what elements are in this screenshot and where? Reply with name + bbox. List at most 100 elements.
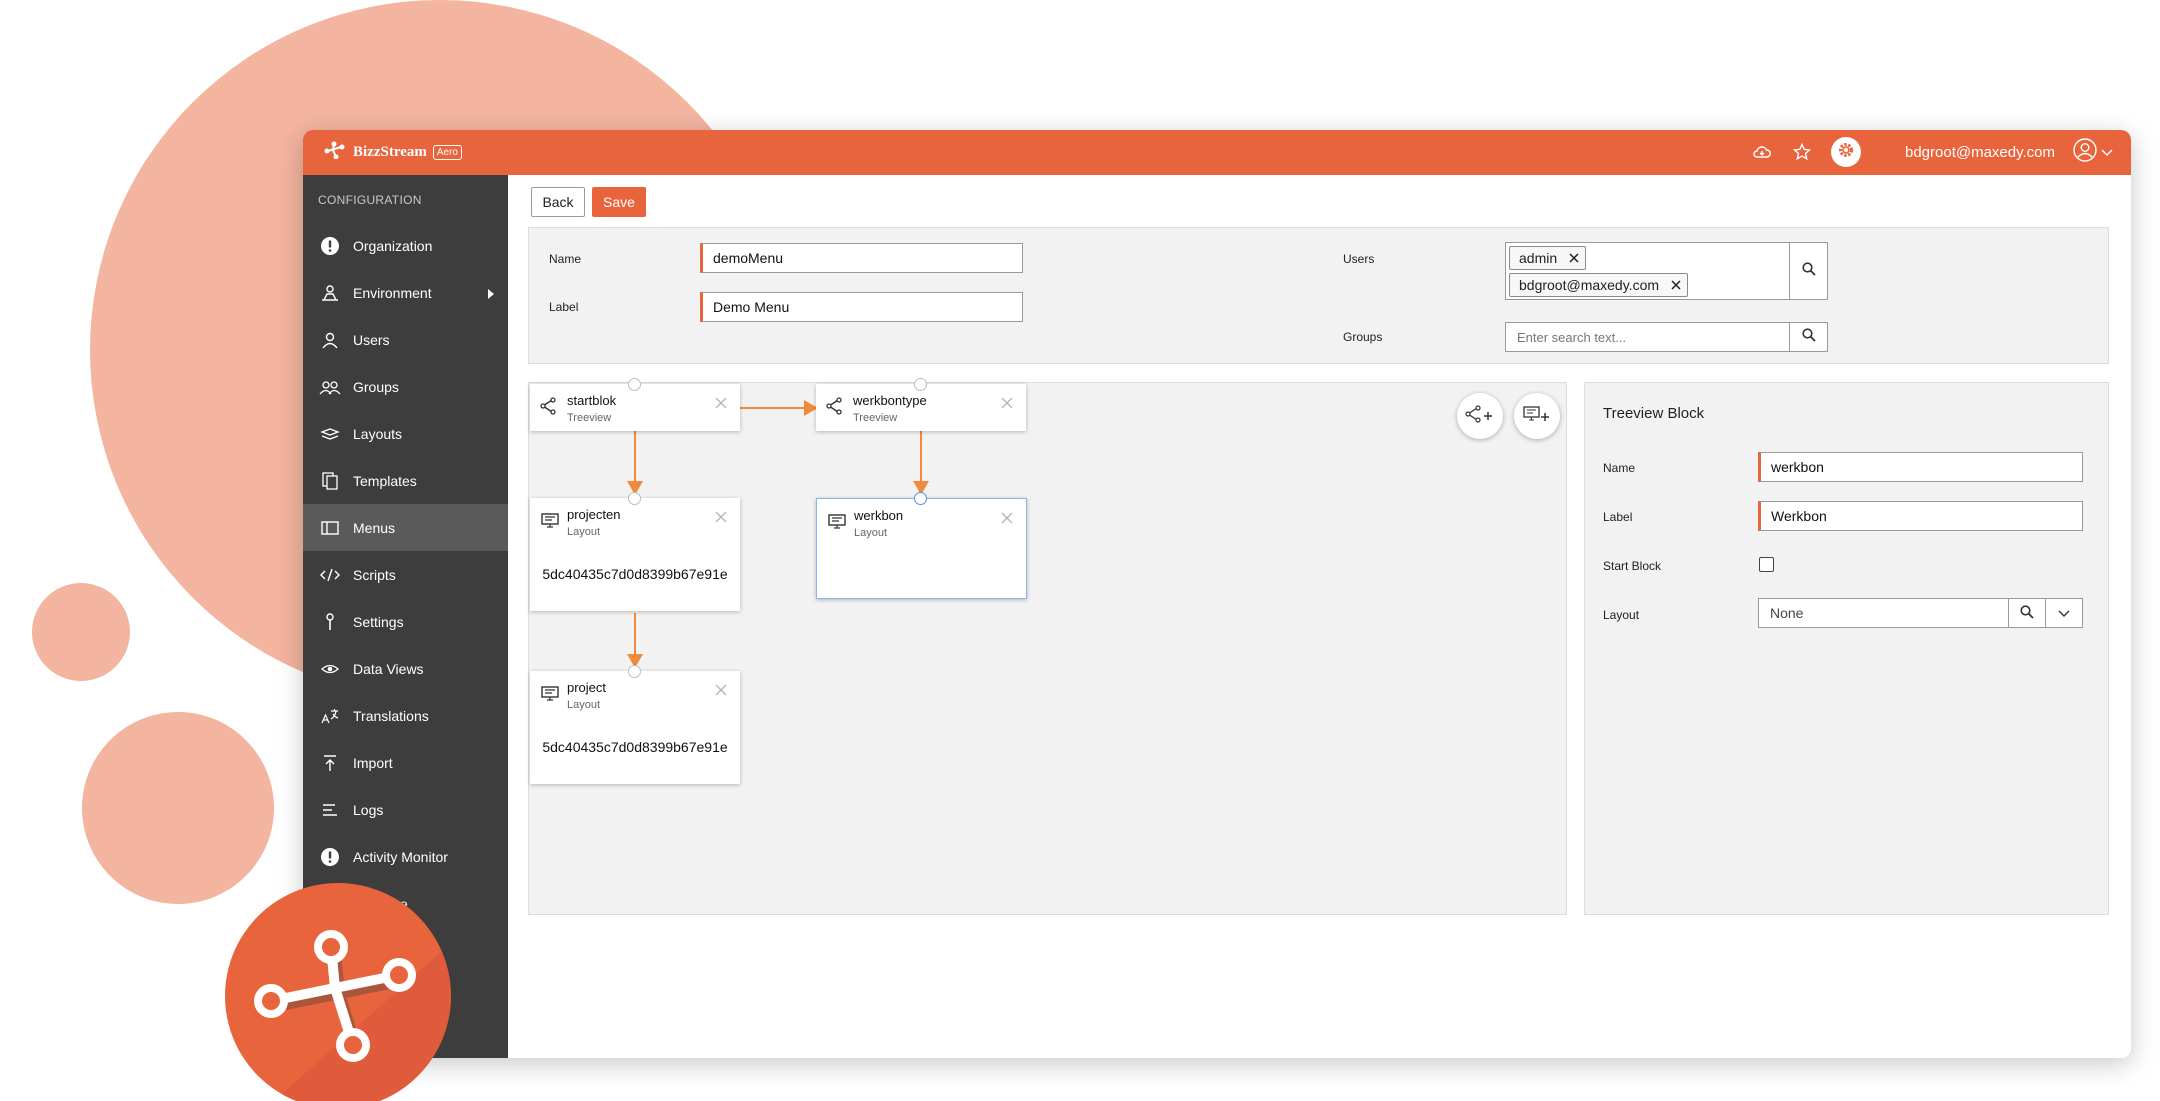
block-name-label: Name — [1603, 461, 1636, 475]
tree-node-project[interactable]: project Layout 5dc40435c7d0d8399b67e91e — [530, 671, 740, 784]
users-input[interactable]: admin bdgroot@maxedy.com — [1505, 242, 1790, 300]
sidebar-item-import[interactable]: Import — [303, 739, 508, 786]
sidebar-item-data-views[interactable]: Data Views — [303, 645, 508, 692]
translate-icon — [319, 705, 341, 727]
sidebar-item-label: Environment — [353, 284, 432, 301]
chevron-down-icon — [2058, 605, 2070, 621]
layout-label: Layout — [1603, 608, 1640, 622]
sidebar-item-label: Templates — [353, 472, 417, 489]
menu-icon — [319, 517, 341, 539]
layout-select[interactable]: None — [1758, 598, 2083, 628]
node-port[interactable] — [914, 378, 927, 391]
sidebar-item-groups[interactable]: Groups — [303, 363, 508, 410]
menu-form-panel: Name demoMenu Label Demo Menu Users admi… — [528, 227, 2109, 364]
sidebar-item-label: Users — [353, 331, 390, 348]
sidebar-item-menus[interactable]: Menus — [303, 504, 508, 551]
sidebar-item-label: Organization — [353, 237, 433, 254]
name-label: Name — [549, 252, 582, 266]
environment-icon — [319, 282, 341, 304]
import-icon — [319, 752, 341, 774]
decorative-circle-medium — [82, 712, 274, 904]
sidebar-item-settings[interactable]: Settings — [303, 598, 508, 645]
close-icon[interactable] — [714, 396, 728, 410]
add-treeview-button[interactable] — [1457, 393, 1503, 439]
sidebar-item-label: Menus — [353, 519, 396, 536]
close-icon[interactable] — [1569, 250, 1579, 266]
layout-monitor-icon — [540, 510, 560, 530]
start-block-label: Start Block — [1603, 559, 1662, 573]
node-type: Treeview — [567, 412, 612, 424]
add-layout-button[interactable] — [1514, 393, 1560, 439]
close-icon[interactable] — [714, 510, 728, 524]
node-port[interactable] — [628, 378, 641, 391]
node-port[interactable] — [914, 492, 927, 505]
bizzstream-emblem-icon — [225, 883, 451, 1101]
node-type: Treeview — [853, 412, 898, 424]
sidebar-item-environment[interactable]: Environment — [303, 269, 508, 316]
user-chip-label: bdgroot@maxedy.com — [1519, 277, 1660, 293]
save-button[interactable]: Save — [592, 187, 646, 217]
layout-search-button[interactable] — [2008, 599, 2045, 627]
sidebar-item-activity-monitor[interactable]: Activity Monitor — [303, 833, 508, 880]
groups-search-input[interactable]: Enter search text... — [1505, 322, 1790, 352]
start-block-checkbox[interactable] — [1759, 557, 1774, 572]
cloud-icon[interactable] — [1751, 141, 1773, 163]
tree-node-werkbontype[interactable]: werkbontype Treeview — [816, 384, 1026, 431]
sidebar-item-users[interactable]: Users — [303, 316, 508, 363]
decorative-circle-small — [32, 583, 130, 681]
sidebar-item-label: Translations — [353, 707, 429, 724]
layout-select-value: None — [1770, 605, 1804, 621]
sidebar-item-translations[interactable]: Translations — [303, 692, 508, 739]
top-bar-actions: bdgroot@maxedy.com — [1751, 137, 2113, 167]
layout-monitor-icon — [540, 683, 560, 703]
tree-node-startblok[interactable]: startblok Treeview — [530, 384, 740, 431]
users-label: Users — [1343, 252, 1375, 266]
sidebar-item-label: Layouts — [353, 425, 403, 442]
block-name-input[interactable]: werkbon — [1758, 452, 2083, 482]
gear-icon — [1837, 141, 1855, 163]
sidebar-item-layouts[interactable]: Layouts — [303, 410, 508, 457]
name-input[interactable]: demoMenu — [700, 243, 1023, 273]
sidebar-item-templates[interactable]: Templates — [303, 457, 508, 504]
groups-search-button[interactable] — [1789, 322, 1828, 352]
node-layout-id: 5dc40435c7d0d8399b67e91e — [542, 566, 728, 582]
label-input[interactable]: Demo Menu — [700, 292, 1023, 322]
user-chip[interactable]: bdgroot@maxedy.com — [1509, 273, 1689, 297]
templates-icon — [319, 470, 341, 492]
users-search-button[interactable] — [1789, 242, 1828, 300]
sidebar-item-organization[interactable]: Organization — [303, 222, 508, 269]
node-port[interactable] — [628, 492, 641, 505]
close-icon[interactable] — [1000, 511, 1014, 525]
sidebar-item-logs[interactable]: Logs — [303, 786, 508, 833]
bizzstream-logo-icon — [323, 141, 347, 164]
node-type: Layout — [854, 527, 888, 539]
brand-logo[interactable]: BizzStream Aero — [323, 141, 462, 164]
label-label: Label — [549, 300, 579, 314]
settings-button[interactable] — [1830, 137, 1861, 167]
tree-node-projecten[interactable]: projecten Layout 5dc40435c7d0d8399b67e91… — [530, 498, 740, 611]
node-connectors — [627, 400, 929, 668]
close-icon[interactable] — [1671, 277, 1681, 293]
user-chip[interactable]: admin — [1509, 246, 1587, 270]
node-type: Layout — [567, 526, 601, 538]
close-icon[interactable] — [1000, 396, 1014, 410]
layout-dropdown-button[interactable] — [2045, 599, 2082, 627]
close-icon[interactable] — [714, 683, 728, 697]
alert-circle-icon — [319, 846, 341, 868]
sidebar-item-label: Import — [353, 754, 393, 771]
alert-circle-icon — [319, 235, 341, 257]
star-icon[interactable] — [1791, 141, 1813, 163]
node-port[interactable] — [628, 665, 641, 678]
block-label-input[interactable]: Werkbon — [1758, 501, 2083, 531]
search-icon — [1801, 261, 1816, 281]
sidebar-item-scripts[interactable]: Scripts — [303, 551, 508, 598]
user-menu[interactable] — [2073, 138, 2113, 166]
back-button[interactable]: Back — [531, 187, 585, 217]
chevron-right-icon — [488, 286, 494, 302]
tree-node-werkbon[interactable]: werkbon Layout — [816, 498, 1027, 599]
menu-tree-canvas[interactable]: startblok Treeview werkbontype Treeview … — [528, 378, 1567, 915]
user-email: bdgroot@maxedy.com — [1904, 143, 2055, 161]
sidebar-item-label: Groups — [353, 378, 399, 395]
node-title: werkbon — [854, 508, 904, 523]
code-icon — [319, 564, 341, 586]
